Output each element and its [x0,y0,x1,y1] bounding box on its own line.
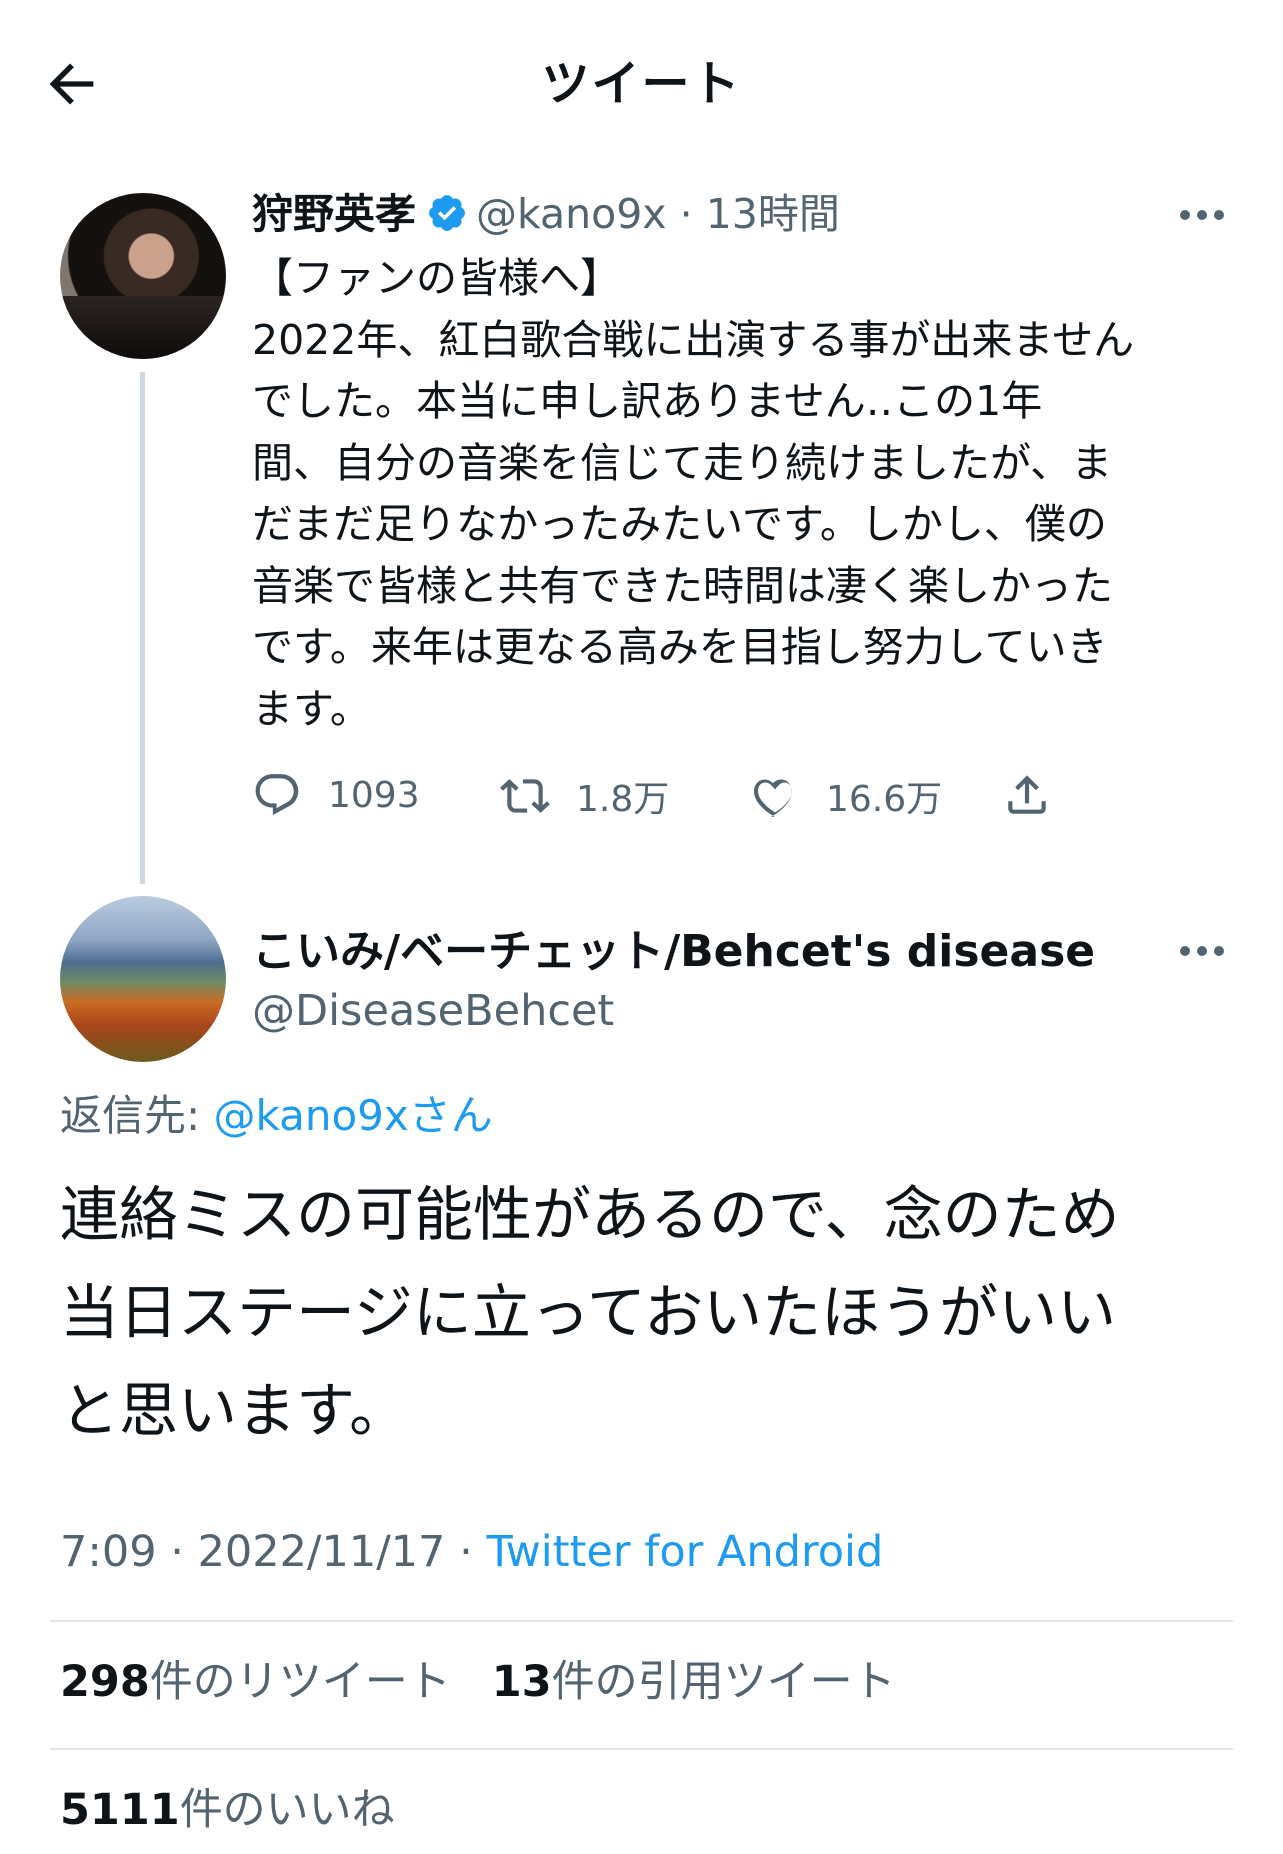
retweet-label: 件のリツイート [149,1657,451,1707]
page-title: ツイート [541,56,742,112]
tweet-header: 狩野英孝 @kano9x · 13時間 [252,186,840,242]
tweet-date[interactable]: 2022/11/17 [198,1527,446,1577]
more-icon[interactable] [1178,944,1226,958]
more-icon[interactable] [1178,208,1226,222]
engagement-stats: 298件のリツイート 13件の引用ツイート [60,1652,896,1712]
tweet-source[interactable]: Twitter for Android [486,1527,883,1577]
like-count: 16.6万 [826,779,943,820]
avatar[interactable] [60,193,226,359]
reply-to-prefix: 返信先: [60,1091,214,1140]
like-label: 件のいいね [179,1785,395,1835]
retweet-count: 298 [60,1657,150,1707]
like-icon [753,779,792,817]
thread-line [140,372,145,884]
reply-count: 1093 [328,774,420,816]
retweet-icon [500,779,550,813]
tweet-meta: 7:09 · 2022/11/17 · Twitter for Android [60,1522,883,1582]
tweet-text: 【ファンの皆様へ】 2022年、紅白歌合戦に出演する事が出来ません でした。本当… [252,254,1135,733]
tweet-time[interactable]: 13時間 [706,190,840,238]
reply-button[interactable]: 1093 [252,770,420,820]
tweet-text: 連絡ミスの可能性があるので、念のため 当日ステージに立っておいたほうがいい と思… [60,1180,1120,1445]
like-count: 5111 [60,1785,180,1835]
separator-dot: · [445,1527,487,1577]
author-handle[interactable]: @DiseaseBehcet [252,982,614,1040]
reply-to-line: 返信先: @kano9xさん [60,1086,493,1146]
separator-dot: · [666,190,706,238]
author-name[interactable]: こいみ/ベーチェット/Behcet's disease [252,922,1095,982]
divider [50,1748,1233,1750]
tweet-timestamp[interactable]: 7:09 [60,1527,157,1577]
separator-dot: · [156,1527,198,1577]
share-button[interactable] [1002,770,1078,820]
like-stats[interactable]: 5111件のいいね [60,1780,395,1840]
quote-stat[interactable]: 13件の引用ツイート [492,1657,896,1707]
quote-count: 13 [491,1657,552,1707]
retweet-button[interactable]: 1.8万 [500,770,669,822]
reply-to-link[interactable]: @kano9xさん [214,1091,493,1140]
reply-icon [255,774,299,816]
verified-badge-icon [429,195,465,231]
author-handle[interactable]: @kano9x [476,190,667,238]
divider [50,1620,1233,1622]
quote-label: 件の引用ツイート [551,1657,896,1707]
like-button[interactable]: 16.6万 [750,770,942,822]
retweet-count: 1.8万 [576,779,670,820]
retweet-stat[interactable]: 298件のリツイート [60,1657,451,1707]
avatar[interactable] [60,896,226,1062]
author-name[interactable]: 狩野英孝 [252,190,416,238]
share-icon [1008,775,1046,814]
